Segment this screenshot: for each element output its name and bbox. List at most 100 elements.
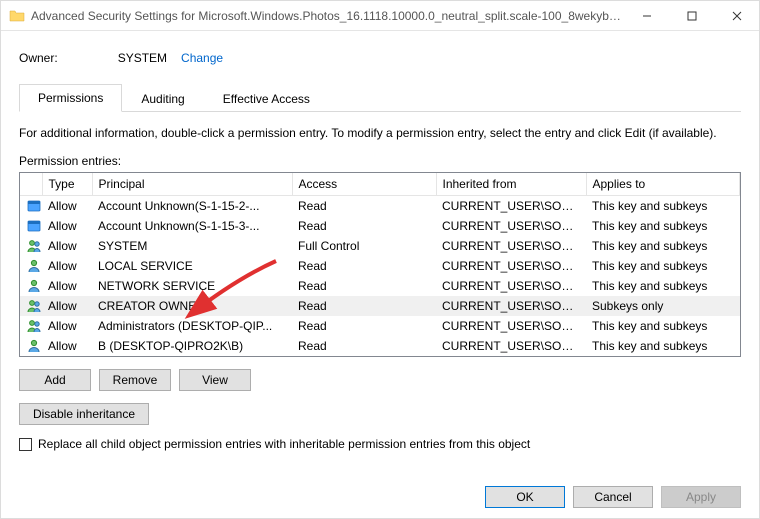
- principal-icon: [26, 198, 42, 214]
- replace-checkbox[interactable]: [19, 438, 32, 451]
- row-applies-cell: This key and subkeys: [586, 196, 740, 217]
- row-applies-cell: This key and subkeys: [586, 256, 740, 276]
- row-inherited-cell: CURRENT_USER\SOFT...: [436, 296, 586, 316]
- permission-grid[interactable]: Type Principal Access Inherited from App…: [19, 172, 741, 357]
- description-text: For additional information, double-click…: [19, 126, 741, 140]
- row-access-cell: Read: [292, 336, 436, 356]
- row-applies-cell: This key and subkeys: [586, 236, 740, 256]
- tab-auditing[interactable]: Auditing: [122, 85, 203, 112]
- row-applies-cell: This key and subkeys: [586, 316, 740, 336]
- row-inherited-cell: CURRENT_USER\SOFT...: [436, 196, 586, 217]
- window-title: Advanced Security Settings for Microsoft…: [31, 9, 624, 23]
- column-header-icon[interactable]: [20, 173, 42, 196]
- tab-label: Permissions: [38, 91, 103, 105]
- owner-row: Owner: SYSTEM Change: [19, 51, 741, 65]
- tab-permissions[interactable]: Permissions: [19, 84, 122, 112]
- column-header-principal[interactable]: Principal: [92, 173, 292, 196]
- view-button[interactable]: View: [179, 369, 251, 391]
- row-applies-cell: This key and subkeys: [586, 216, 740, 236]
- table-row[interactable]: AllowAccount Unknown(S-1-15-2-...ReadCUR…: [20, 196, 740, 217]
- maximize-button[interactable]: [669, 1, 714, 30]
- row-icon-cell: [20, 296, 42, 316]
- row-inherited-cell: CURRENT_USER\SOFT...: [436, 236, 586, 256]
- row-type-cell: Allow: [42, 196, 92, 217]
- titlebar: Advanced Security Settings for Microsoft…: [1, 1, 759, 31]
- row-icon-cell: [20, 236, 42, 256]
- change-owner-link[interactable]: Change: [181, 51, 223, 65]
- window-controls: [624, 1, 759, 30]
- replace-checkbox-row: Replace all child object permission entr…: [19, 437, 741, 451]
- row-icon-cell: [20, 216, 42, 236]
- row-type-cell: Allow: [42, 216, 92, 236]
- row-type-cell: Allow: [42, 336, 92, 356]
- row-access-cell: Read: [292, 216, 436, 236]
- grid-header-row: Type Principal Access Inherited from App…: [20, 173, 740, 196]
- disable-inheritance-button[interactable]: Disable inheritance: [19, 403, 149, 425]
- row-principal-cell: Account Unknown(S-1-15-2-...: [92, 196, 292, 217]
- cancel-button[interactable]: Cancel: [573, 486, 653, 508]
- row-inherited-cell: CURRENT_USER\SOFT...: [436, 216, 586, 236]
- row-icon-cell: [20, 316, 42, 336]
- row-type-cell: Allow: [42, 316, 92, 336]
- table-row[interactable]: AllowNETWORK SERVICEReadCURRENT_USER\SOF…: [20, 276, 740, 296]
- tab-label: Effective Access: [223, 92, 310, 106]
- row-type-cell: Allow: [42, 256, 92, 276]
- principal-icon: [26, 338, 42, 354]
- tab-effective-access[interactable]: Effective Access: [204, 85, 329, 112]
- row-access-cell: Read: [292, 316, 436, 336]
- row-type-cell: Allow: [42, 276, 92, 296]
- folder-icon: [9, 8, 25, 24]
- row-inherited-cell: CURRENT_USER\SOFT...: [436, 336, 586, 356]
- principal-icon: [26, 218, 42, 234]
- replace-checkbox-label: Replace all child object permission entr…: [38, 437, 530, 451]
- row-principal-cell: Account Unknown(S-1-15-3-...: [92, 216, 292, 236]
- ok-button[interactable]: OK: [485, 486, 565, 508]
- entries-label: Permission entries:: [19, 154, 741, 168]
- principal-icon: [26, 298, 42, 314]
- tab-label: Auditing: [141, 92, 184, 106]
- row-icon-cell: [20, 276, 42, 296]
- entry-buttons: Add Remove View: [19, 369, 741, 391]
- row-type-cell: Allow: [42, 236, 92, 256]
- row-icon-cell: [20, 196, 42, 217]
- row-applies-cell: This key and subkeys: [586, 336, 740, 356]
- row-principal-cell: CREATOR OWNER: [92, 296, 292, 316]
- owner-value: SYSTEM: [118, 51, 167, 65]
- principal-icon: [26, 318, 42, 334]
- column-header-inherited[interactable]: Inherited from: [436, 173, 586, 196]
- table-row[interactable]: AllowLOCAL SERVICEReadCURRENT_USER\SOFT.…: [20, 256, 740, 276]
- row-icon-cell: [20, 256, 42, 276]
- column-header-access[interactable]: Access: [292, 173, 436, 196]
- row-type-cell: Allow: [42, 296, 92, 316]
- remove-button[interactable]: Remove: [99, 369, 171, 391]
- row-inherited-cell: CURRENT_USER\SOFT...: [436, 276, 586, 296]
- row-principal-cell: B (DESKTOP-QIPRO2K\B): [92, 336, 292, 356]
- principal-icon: [26, 258, 42, 274]
- principal-icon: [26, 278, 42, 294]
- column-header-applies[interactable]: Applies to: [586, 173, 740, 196]
- row-principal-cell: SYSTEM: [92, 236, 292, 256]
- row-access-cell: Read: [292, 256, 436, 276]
- tabs: Permissions Auditing Effective Access: [19, 83, 741, 112]
- table-row[interactable]: AllowCREATOR OWNERReadCURRENT_USER\SOFT.…: [20, 296, 740, 316]
- add-button[interactable]: Add: [19, 369, 91, 391]
- row-applies-cell: This key and subkeys: [586, 276, 740, 296]
- row-principal-cell: Administrators (DESKTOP-QIP...: [92, 316, 292, 336]
- owner-label: Owner:: [19, 51, 58, 65]
- table-row[interactable]: AllowB (DESKTOP-QIPRO2K\B)ReadCURRENT_US…: [20, 336, 740, 356]
- column-header-type[interactable]: Type: [42, 173, 92, 196]
- row-principal-cell: LOCAL SERVICE: [92, 256, 292, 276]
- close-button[interactable]: [714, 1, 759, 30]
- row-applies-cell: Subkeys only: [586, 296, 740, 316]
- table-row[interactable]: AllowSYSTEMFull ControlCURRENT_USER\SOFT…: [20, 236, 740, 256]
- dialog-buttons: OK Cancel Apply: [485, 486, 741, 508]
- table-row[interactable]: AllowAdministrators (DESKTOP-QIP...ReadC…: [20, 316, 740, 336]
- row-access-cell: Read: [292, 276, 436, 296]
- row-access-cell: Full Control: [292, 236, 436, 256]
- row-access-cell: Read: [292, 296, 436, 316]
- principal-icon: [26, 238, 42, 254]
- minimize-button[interactable]: [624, 1, 669, 30]
- table-row[interactable]: AllowAccount Unknown(S-1-15-3-...ReadCUR…: [20, 216, 740, 236]
- row-inherited-cell: CURRENT_USER\SOFT...: [436, 316, 586, 336]
- row-access-cell: Read: [292, 196, 436, 217]
